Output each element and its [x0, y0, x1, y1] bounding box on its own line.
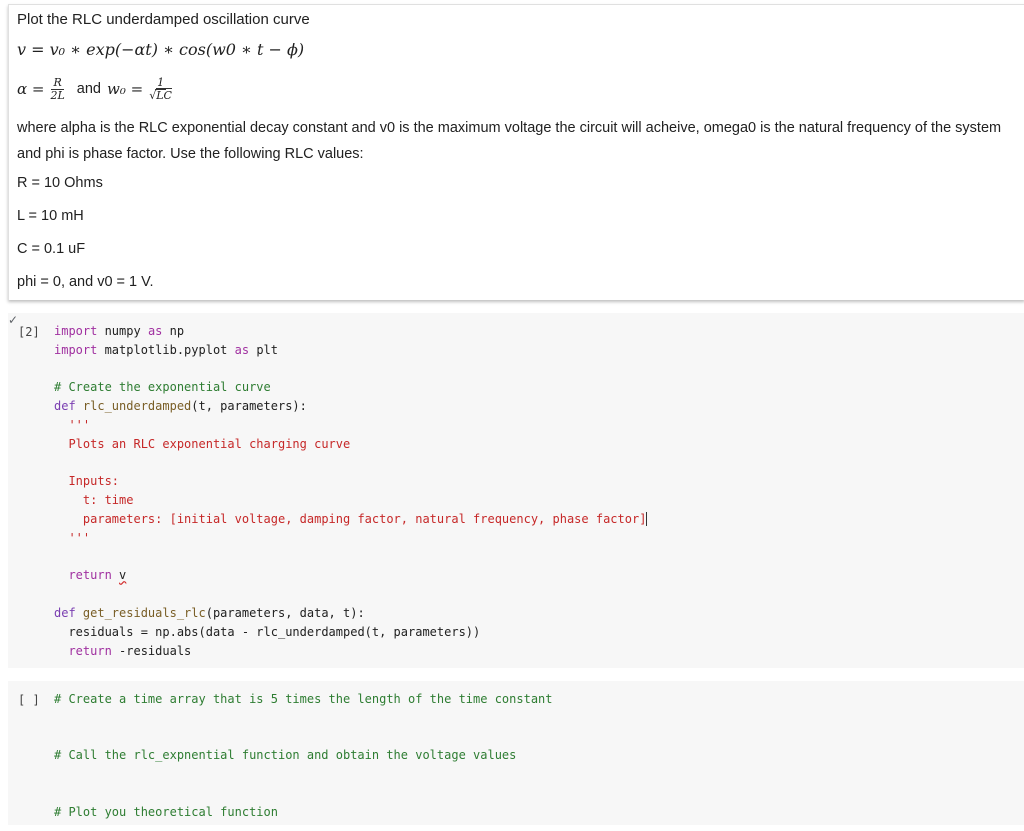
keyword: as	[234, 342, 250, 357]
code-text: np	[162, 324, 185, 338]
cell-prompt-empty[interactable]: [ ]	[18, 693, 40, 707]
and-word: and	[76, 81, 101, 97]
alpha-denominator: 2L	[50, 88, 65, 102]
run-check-icon: ✓	[8, 313, 19, 327]
docstring: t: time	[68, 493, 134, 508]
keyword: return	[68, 568, 112, 583]
w0-denominator: LC	[156, 87, 172, 102]
value-l: L = 10 mH	[17, 208, 84, 224]
value-phi-v0: phi = 0, and v0 = 1 V.	[17, 274, 154, 290]
code-comment: # Create a time array that is 5 times th…	[54, 692, 553, 706]
description-paragraph: where alpha is the RLC exponential decay…	[17, 120, 1002, 162]
function-name: get_residuals_rlc	[75, 605, 206, 620]
keyword: return	[68, 643, 112, 658]
markdown-cell[interactable]: Plot the RLC underdamped oscillation cur…	[8, 4, 1024, 300]
code-text: numpy	[97, 324, 148, 338]
keyword: def	[54, 605, 76, 620]
function-name: rlc_underdamped	[75, 399, 192, 414]
alpha-fraction: R 2L	[48, 75, 66, 102]
code-comment: # Create the exponential curve	[54, 380, 271, 395]
equation-alpha-w0: α = R 2L and w₀ = 1 √LC	[17, 69, 1024, 109]
w0-denominator-wrap: √LC	[147, 87, 174, 102]
alpha-numerator: R	[51, 75, 64, 90]
docstring: '''	[68, 417, 91, 432]
keyword: def	[54, 399, 76, 414]
code-cell-1[interactable]: ✓ [2] import numpy as np import matplotl…	[8, 313, 1024, 668]
keyword: import	[54, 342, 98, 357]
code-text: residuals = np.abs(data - rlc_underdampe…	[68, 624, 481, 639]
docstring: '''	[68, 530, 91, 545]
docstring: parameters: [initial voltage, damping fa…	[68, 511, 648, 526]
code-editor[interactable]: import numpy as np import matplotlib.pyp…	[54, 322, 648, 660]
value-c: C = 0.1 uF	[17, 241, 86, 257]
w0-lhs: w₀ =	[106, 80, 144, 98]
cell-prompt[interactable]: [2]	[18, 325, 40, 339]
code-cell-2[interactable]: [ ] # Create a time array that is 5 time…	[8, 681, 1024, 825]
code-editor-2[interactable]: # Create a time array that is 5 times th…	[54, 690, 553, 822]
equation-v: v = v₀ ∗ exp(−αt) ∗ cos(w0 ∗ t − ϕ)	[17, 40, 305, 59]
keyword: as	[147, 324, 163, 338]
code-text: (t, parameters):	[191, 399, 307, 414]
docstring: Plots an RLC exponential charging curve	[68, 436, 351, 451]
code-comment: # Plot you theoretical function	[54, 804, 278, 819]
code-text: matplotlib.pyplot	[97, 342, 235, 357]
keyword: import	[54, 324, 98, 338]
cell-title: Plot the RLC underdamped oscillation cur…	[17, 11, 310, 28]
code-comment: # Call the rlc_expnential function and o…	[54, 748, 517, 763]
docstring: Inputs:	[68, 474, 120, 489]
code-text: plt	[249, 342, 278, 357]
alpha-lhs: α =	[17, 80, 45, 98]
code-text: (parameters, data, t):	[205, 605, 365, 620]
undefined-variable: v	[119, 568, 127, 583]
w0-fraction: 1 √LC	[147, 76, 174, 102]
code-text: -residuals	[111, 643, 192, 658]
value-r: R = 10 Ohms	[17, 175, 103, 191]
